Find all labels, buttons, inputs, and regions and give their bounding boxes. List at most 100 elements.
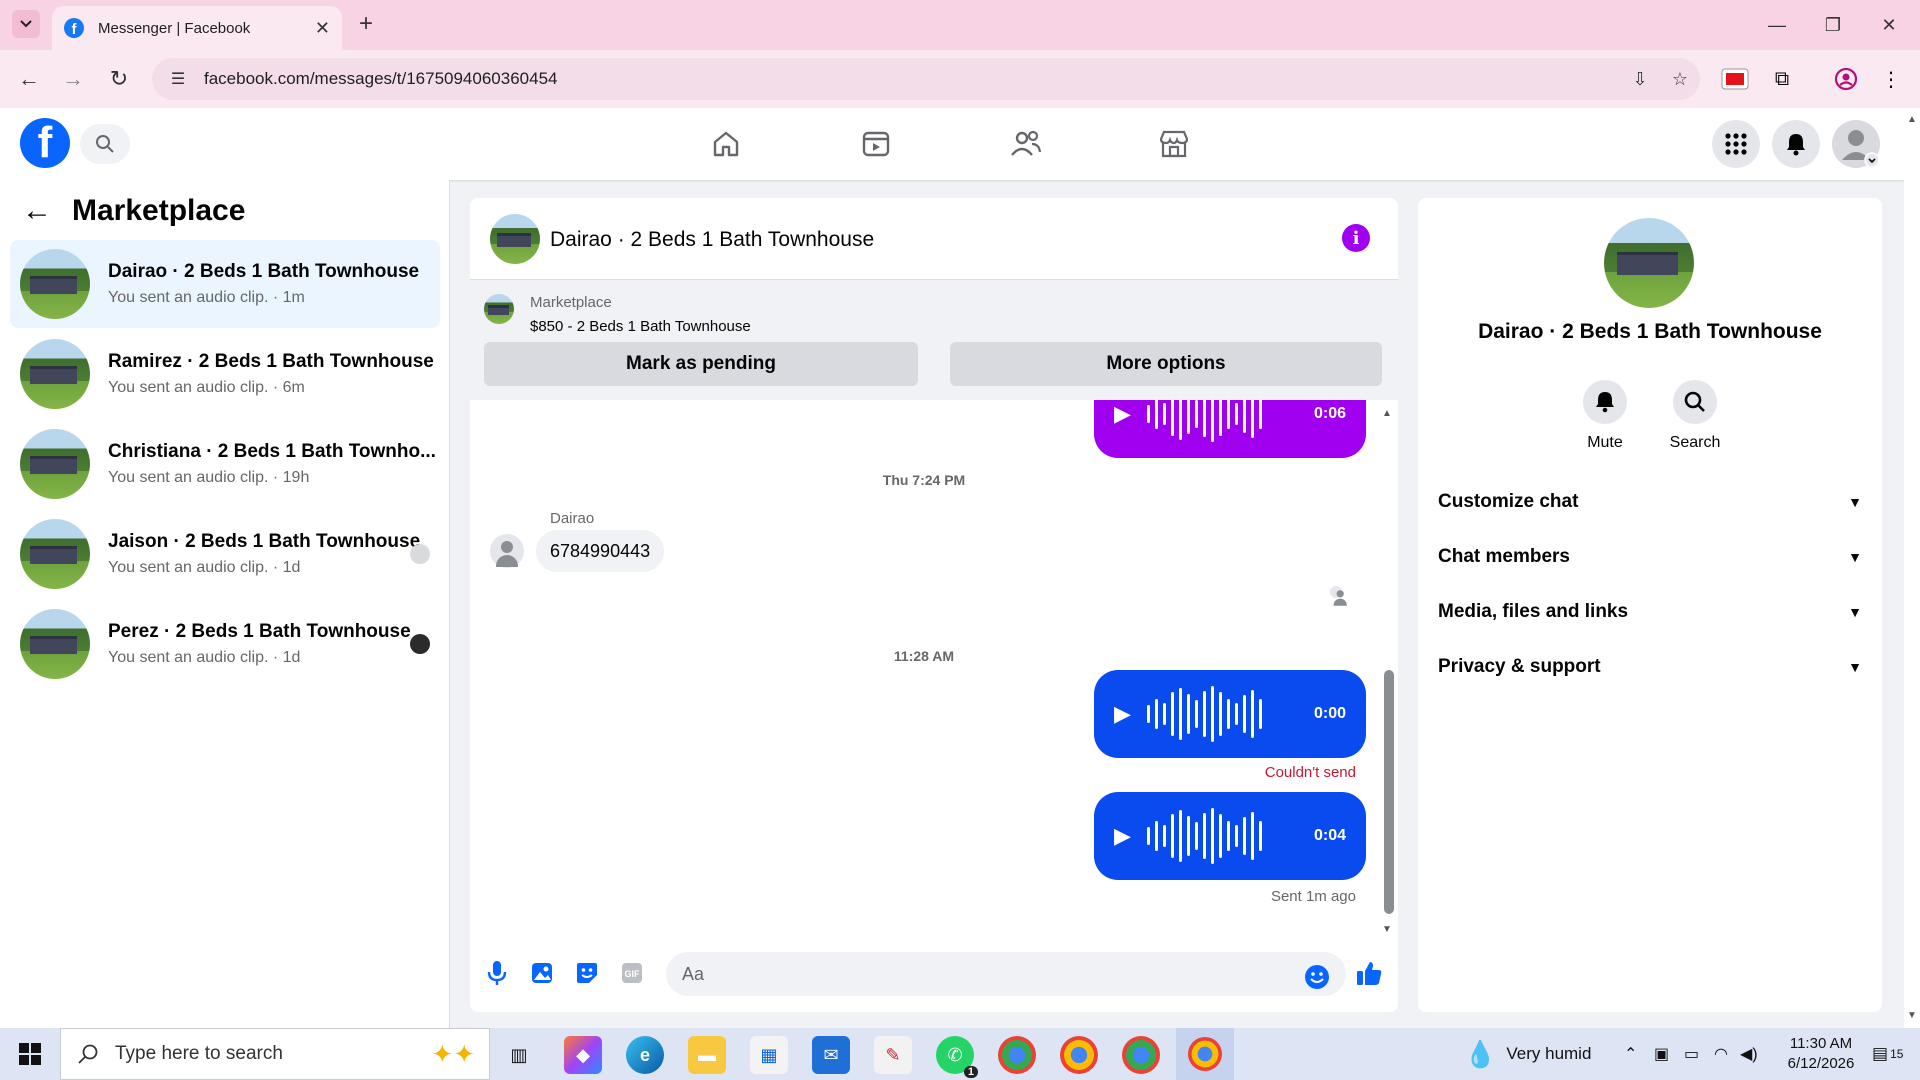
url-text[interactable]: facebook.com/messages/t/1675094060360454 — [204, 69, 1620, 89]
play-icon[interactable]: ▶ — [1114, 701, 1131, 727]
more-options-button[interactable]: More options — [950, 342, 1382, 386]
mail-icon[interactable]: ✉ — [812, 1036, 850, 1074]
audio-message[interactable]: ▶ 0:04 — [1094, 792, 1366, 880]
notification-center-icon[interactable]: ▤ 15 — [1872, 1028, 1903, 1080]
photo-icon[interactable] — [527, 958, 557, 988]
sticker-icon[interactable] — [572, 958, 602, 988]
mute-button[interactable]: Mute — [1560, 380, 1650, 452]
home-nav-icon[interactable] — [704, 122, 748, 166]
marketplace-nav-icon[interactable] — [1152, 122, 1196, 166]
privacy-support-section[interactable]: Privacy & support ▼ — [1438, 647, 1862, 687]
contact-name: Dairao · 2 Beds 1 Bath Townhouse — [1478, 320, 1822, 343]
tab-close-icon[interactable]: ✕ — [315, 18, 330, 39]
notifications-button[interactable] — [1772, 120, 1820, 168]
conversation-item-perez[interactable]: Perez · 2 Beds 1 Bath Townhouse You sent… — [10, 600, 440, 688]
new-tab-button[interactable]: + — [352, 10, 380, 38]
page-scrollbar[interactable]: ▲ ▼ — [1904, 108, 1920, 1028]
start-button[interactable] — [0, 1028, 60, 1080]
volume-icon[interactable]: ◀) — [1740, 1028, 1758, 1080]
chrome-profile-3-icon[interactable] — [1122, 1036, 1160, 1074]
chat-members-section[interactable]: Chat members ▼ — [1438, 537, 1862, 577]
paint-icon[interactable]: ✎ — [874, 1036, 912, 1074]
thumbs-up-icon[interactable] — [1354, 958, 1384, 988]
extensions-icon[interactable]: ⧉ — [1762, 62, 1802, 96]
info-icon[interactable]: i — [1342, 224, 1370, 252]
video-nav-icon[interactable] — [854, 122, 898, 166]
scroll-down-arrow[interactable]: ▼ — [1382, 924, 1392, 935]
listing-thumbnail[interactable] — [484, 294, 514, 324]
account-avatar[interactable] — [1832, 120, 1880, 168]
conversation-item-dairao[interactable]: Dairao · 2 Beds 1 Bath Townhouse You sen… — [10, 240, 440, 328]
facebook-logo[interactable]: f — [20, 118, 70, 168]
meet-now-icon[interactable]: ▣ — [1654, 1028, 1669, 1080]
play-icon[interactable]: ▶ — [1114, 823, 1131, 849]
send-failed-status[interactable]: Couldn't send — [1265, 764, 1356, 781]
incoming-message-bubble[interactable]: 6784990443 — [536, 530, 665, 572]
customize-chat-section[interactable]: Customize chat ▼ — [1438, 482, 1862, 522]
forward-button[interactable]: → — [58, 64, 88, 94]
conversation-item-ramirez[interactable]: Ramirez · 2 Beds 1 Bath Townhouse You se… — [10, 330, 440, 418]
bookmark-star-icon[interactable]: ☆ — [1660, 69, 1700, 90]
site-settings-icon[interactable]: ☰ — [158, 69, 198, 89]
edge-browser-icon[interactable]: e — [626, 1036, 664, 1074]
search-in-chat-button[interactable]: Search — [1650, 380, 1740, 452]
back-arrow-icon[interactable]: ← — [22, 194, 52, 228]
wifi-icon[interactable]: ◠ — [1714, 1028, 1728, 1080]
chat-title[interactable]: Dairao · 2 Beds 1 Bath Townhouse — [550, 228, 874, 252]
microsoft-store-icon[interactable]: ▦ — [750, 1036, 788, 1074]
weather-widget[interactable]: 💧 Very humid — [1464, 1028, 1591, 1080]
listing-price[interactable]: $850 - 2 Beds 1 Bath Townhouse — [530, 318, 751, 335]
facebook-search-button[interactable] — [80, 124, 130, 164]
audio-message[interactable]: ▶ 0:06 — [1094, 400, 1366, 458]
message-list[interactable]: ▶ 0:06 Thu 7:24 PM Dairao 6784990443 11:… — [470, 400, 1398, 938]
back-button[interactable]: ← — [14, 64, 44, 94]
whatsapp-icon[interactable]: ✆ 1 — [936, 1036, 978, 1078]
mark-as-pending-button[interactable]: Mark as pending — [484, 342, 918, 386]
restore-button[interactable]: ❐ — [1806, 0, 1860, 50]
reload-button[interactable]: ↻ — [104, 64, 134, 94]
system-clock[interactable]: 11:30 AM 6/12/2026 — [1766, 1034, 1876, 1074]
sender-avatar[interactable] — [490, 534, 524, 568]
chat-avatar[interactable] — [490, 214, 540, 264]
scroll-up-arrow[interactable]: ▲ — [1907, 114, 1917, 125]
close-window-button[interactable]: ✕ — [1862, 0, 1916, 50]
conversation-item-jaison[interactable]: Jaison · 2 Beds 1 Bath Townhouse You sen… — [10, 510, 440, 598]
tab-search-button[interactable] — [12, 10, 40, 38]
media-files-links-section[interactable]: Media, files and links ▼ — [1438, 592, 1862, 632]
battery-icon[interactable]: ▭ — [1684, 1028, 1699, 1080]
play-icon[interactable]: ▶ — [1114, 401, 1131, 427]
friends-nav-icon[interactable] — [1004, 122, 1048, 166]
minimize-button[interactable]: — — [1750, 0, 1804, 50]
copilot-sparkle-icon[interactable]: ✦✦ — [431, 1039, 475, 1070]
emoji-icon[interactable] — [1302, 962, 1332, 992]
task-view-icon[interactable]: ▥ — [500, 1036, 538, 1074]
conversation-item-christiana[interactable]: Christiana · 2 Beds 1 Bath Townho... You… — [10, 420, 440, 508]
screen-share-icon[interactable] — [1712, 62, 1758, 96]
contact-avatar[interactable] — [1604, 218, 1694, 308]
profile-icon[interactable] — [1826, 62, 1866, 96]
chrome-profile-2-icon[interactable] — [1060, 1036, 1098, 1074]
browser-tab[interactable]: f Messenger | Facebook ✕ — [52, 6, 342, 50]
search-icon[interactable] — [1673, 380, 1717, 424]
audio-message[interactable]: ▶ 0:00 — [1094, 670, 1366, 758]
scroll-thumb[interactable] — [1384, 670, 1394, 914]
microphone-icon[interactable] — [482, 958, 512, 988]
hidden-icons-chevron-icon[interactable]: ⌃ — [1624, 1028, 1637, 1080]
file-explorer-icon[interactable]: ▬ — [688, 1036, 726, 1074]
scroll-up-arrow[interactable]: ▲ — [1382, 408, 1392, 419]
conversation-preview: You sent an audio clip. · 1d — [108, 559, 301, 576]
chrome-profile-1-icon[interactable] — [998, 1036, 1036, 1074]
address-bar[interactable]: ☰ facebook.com/messages/t/16750940603604… — [152, 58, 1700, 100]
message-input[interactable] — [666, 952, 1346, 996]
menu-grid-button[interactable] — [1712, 120, 1760, 168]
conversation-name: Jaison · 2 Beds 1 Bath Townhouse — [108, 531, 421, 552]
message-scrollbar[interactable]: ▲ ▼ — [1382, 408, 1394, 938]
install-app-icon[interactable]: ⇩ — [1620, 69, 1660, 90]
scroll-down-arrow[interactable]: ▼ — [1907, 1010, 1917, 1021]
browser-menu-icon[interactable]: ⋮ — [1876, 62, 1906, 96]
gif-icon[interactable]: GIF — [617, 958, 647, 988]
bell-icon[interactable] — [1583, 380, 1627, 424]
copilot-app-icon[interactable]: ◆ — [564, 1036, 602, 1074]
chrome-active-window[interactable] — [1176, 1028, 1234, 1080]
taskbar-search-box[interactable]: Type here to search ✦✦ — [60, 1028, 490, 1080]
